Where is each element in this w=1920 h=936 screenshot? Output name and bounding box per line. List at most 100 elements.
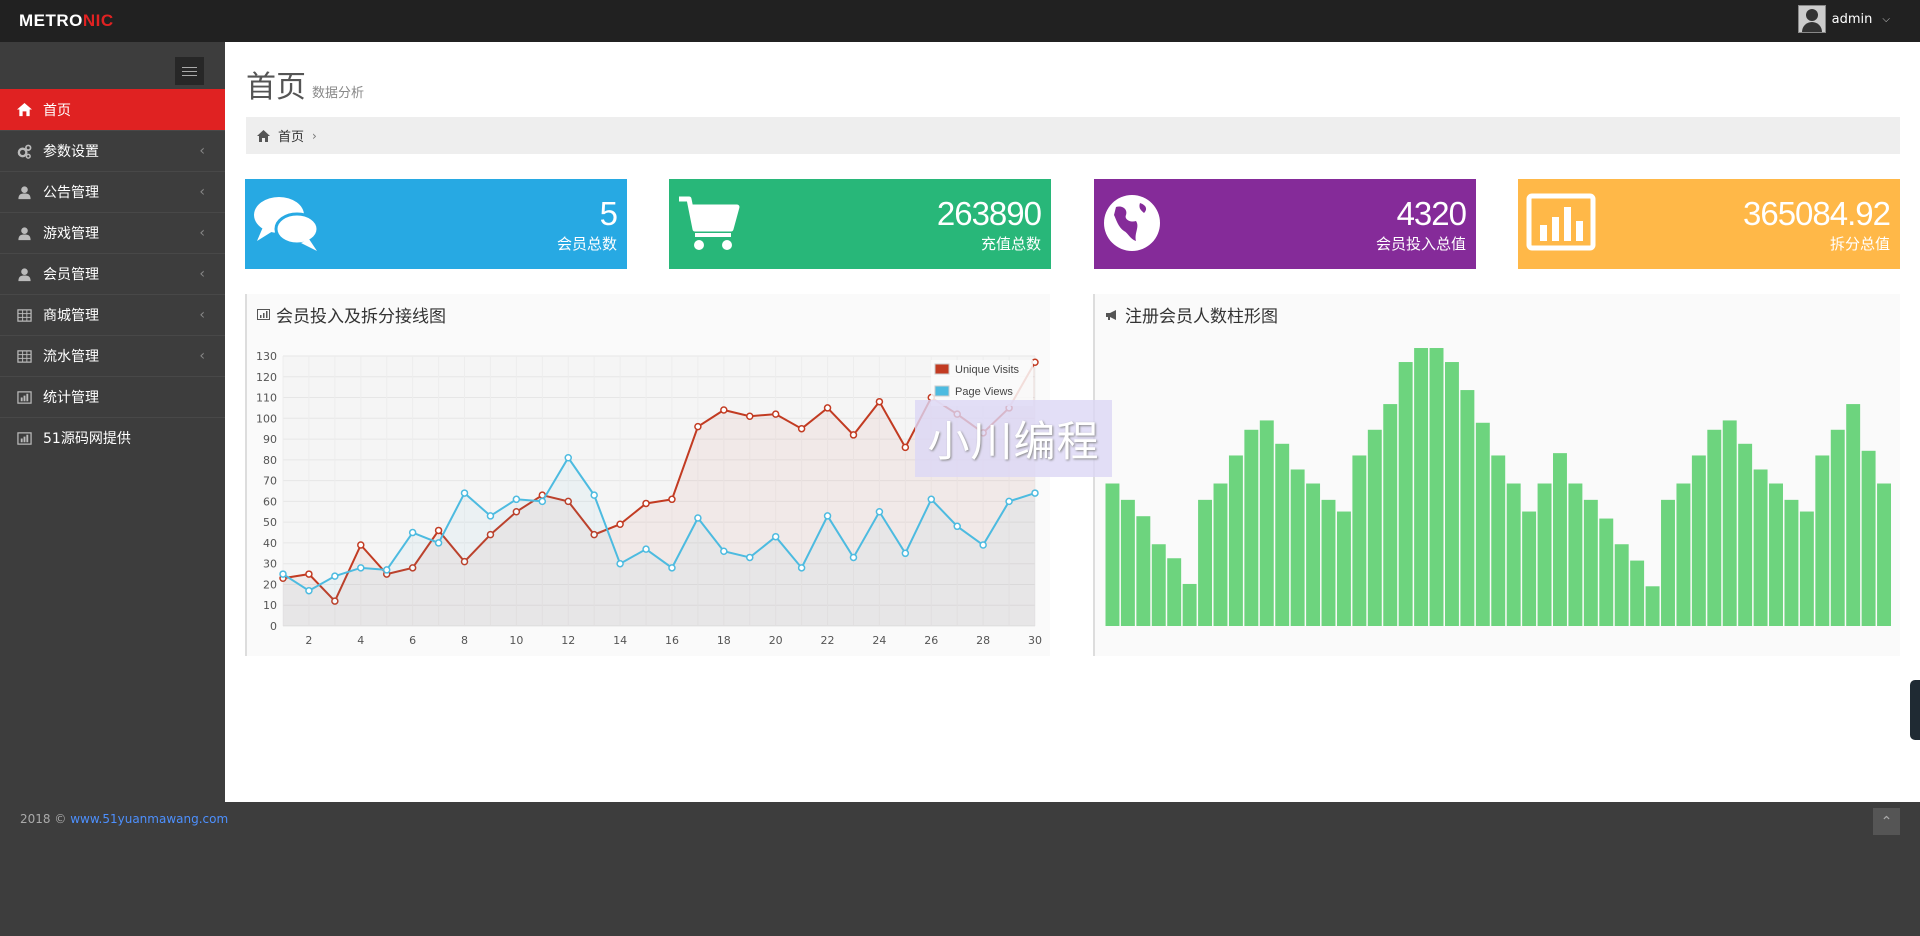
table-icon [16, 348, 33, 365]
data-point [849, 553, 858, 562]
bar [1861, 450, 1876, 626]
comments-icon [253, 193, 321, 257]
stat-value: 5 [599, 195, 618, 232]
stat-value: 365084.92 [1743, 195, 1891, 232]
sidebar-item[interactable]: 参数设置 ‹ [0, 130, 225, 171]
chevron-down-icon: ⌵ [1882, 13, 1890, 25]
y-tick-label: 10 [263, 599, 277, 612]
bar [1769, 483, 1783, 626]
bar [1306, 483, 1321, 626]
bar [1444, 362, 1459, 626]
side-panel-handle[interactable] [1910, 680, 1920, 740]
data-point [823, 404, 832, 412]
footer-link[interactable]: www.51yuanmawang.com [70, 812, 228, 826]
sidebar-item[interactable]: 51源码网提供 [0, 417, 225, 458]
footer: 2018 © www.51yuanmawang.com ⌃ [0, 802, 1920, 936]
chevron-right-icon: › [312, 128, 317, 143]
bar [1429, 348, 1444, 626]
sidebar-item[interactable]: 游戏管理 ‹ [0, 212, 225, 253]
data-point [434, 539, 443, 547]
sidebar-menu: 首页参数设置 ‹ 公告管理 ‹ 游戏管理 ‹ 会员管理 ‹ 商城管理 ‹ 流水管理 ‹ 统计管理 51源码… [0, 89, 233, 458]
bar [1738, 443, 1753, 626]
data-point [357, 564, 365, 572]
data-point [694, 422, 702, 431]
y-tick-label: 80 [263, 454, 277, 467]
cogs-icon [16, 143, 33, 160]
data-point [279, 570, 287, 578]
x-tick-label: 22 [821, 634, 835, 647]
bar [1105, 483, 1120, 626]
stat-label: 会员投入总值 [1375, 235, 1466, 253]
bar-chart-panel: 注册会员人数柱形图 [1093, 294, 1900, 656]
bar [1722, 420, 1737, 626]
globe-icon [1102, 193, 1162, 257]
data-point [616, 520, 624, 528]
table-icon [16, 307, 33, 324]
x-tick-label: 2 [305, 634, 312, 647]
go-top-button[interactable]: ⌃ [1873, 808, 1900, 835]
user-icon [16, 184, 33, 201]
sidebar-toggle-button[interactable] [175, 57, 204, 85]
bar [1846, 404, 1861, 626]
stat-tile[interactable]: 4320 会员投入总值 [1094, 179, 1476, 269]
sidebar-item[interactable]: 商城管理 ‹ [0, 294, 225, 335]
sidebar-item[interactable]: 统计管理 [0, 376, 225, 417]
data-point [590, 491, 598, 499]
data-point [823, 512, 832, 520]
data-point [720, 547, 728, 555]
sidebar-item[interactable]: 首页 [0, 89, 233, 130]
sidebar: 首页参数设置 ‹ 公告管理 ‹ 游戏管理 ‹ 会员管理 ‹ 商城管理 ‹ 流水管理 ‹ 统计管理 51源码… [0, 42, 233, 802]
sidebar-item[interactable]: 流水管理 ‹ [0, 335, 225, 376]
x-tick-label: 18 [717, 634, 731, 647]
breadcrumb-home-link[interactable]: 首页 [278, 126, 304, 145]
legend-swatch [934, 385, 950, 397]
data-point [382, 566, 391, 574]
home-icon [257, 129, 270, 142]
bar [1599, 518, 1614, 626]
data-point [797, 424, 806, 433]
data-point [460, 489, 469, 497]
stat-tile[interactable]: 5 会员总数 [245, 179, 627, 269]
bar [1259, 420, 1274, 626]
shopping-cart-icon [677, 193, 741, 257]
sidebar-item[interactable]: 会员管理 ‹ [0, 253, 225, 294]
stat-tile[interactable]: 365084.92 拆分总值 [1518, 179, 1900, 269]
chevron-up-icon: ⌃ [1880, 813, 1893, 830]
x-tick-label: 10 [509, 634, 523, 647]
bar [1275, 443, 1290, 626]
bar [1321, 499, 1336, 626]
bar [1475, 422, 1490, 626]
data-point [305, 586, 313, 595]
data-point [771, 532, 780, 541]
chevron-left-icon: ‹ [199, 143, 205, 159]
user-icon [16, 266, 33, 283]
data-point [305, 570, 313, 578]
bar [1167, 558, 1182, 626]
data-point [486, 512, 495, 520]
data-point [434, 526, 443, 535]
breadcrumb: 首页 › [246, 117, 1900, 154]
stat-value: 4320 [1396, 195, 1467, 232]
stat-label: 拆分总值 [1829, 235, 1890, 253]
sidebar-item-label: 参数设置 [43, 144, 99, 160]
data-point [720, 406, 728, 414]
bar [1753, 469, 1768, 626]
data-point [1005, 497, 1013, 506]
y-tick-label: 20 [263, 578, 277, 591]
legend-label: Page Views [955, 386, 1013, 398]
bar [1568, 483, 1583, 626]
bar [1213, 483, 1228, 626]
data-point [849, 431, 858, 439]
bar [1799, 511, 1814, 626]
sidebar-item-label: 统计管理 [43, 390, 99, 406]
stat-tile[interactable]: 263890 充值总数 [669, 179, 1051, 269]
sidebar-item[interactable]: 公告管理 ‹ [0, 171, 225, 212]
logo[interactable]: METRONIC [19, 11, 114, 31]
data-point [901, 549, 910, 558]
bar [1151, 544, 1166, 626]
x-tick-label: 6 [409, 634, 416, 647]
chevron-left-icon: ‹ [199, 307, 205, 323]
bar [1630, 560, 1645, 626]
data-point [564, 454, 572, 462]
user-menu[interactable]: admin ⌵ [1797, 5, 1890, 33]
